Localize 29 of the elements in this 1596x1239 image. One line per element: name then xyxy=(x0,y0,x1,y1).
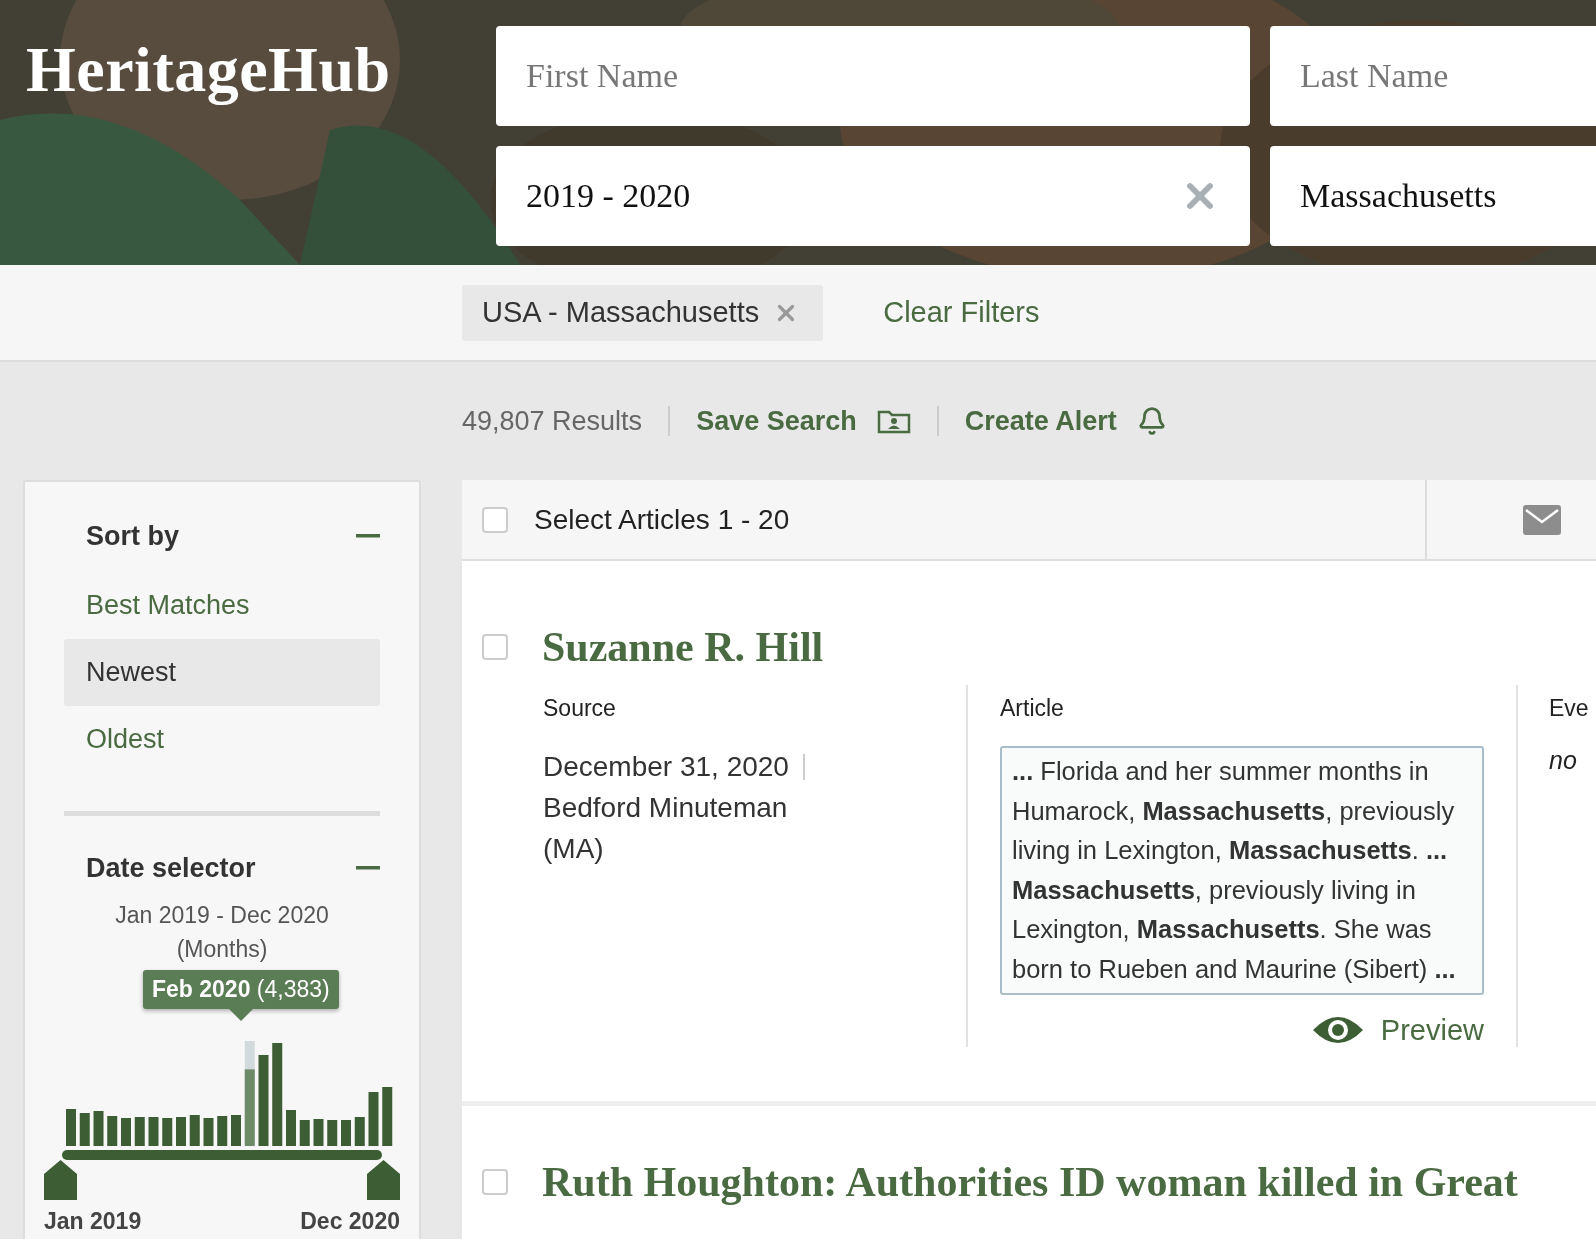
event-text: no xyxy=(1549,746,1577,774)
results-count: 49,807 Results xyxy=(462,405,643,437)
article-date: December 31, 2020 xyxy=(543,750,789,784)
filter-chip[interactable]: USA - Massachusetts xyxy=(462,284,824,341)
column-label: Source xyxy=(543,695,617,722)
date-range: Jan 2019 - Dec 2020 xyxy=(114,901,330,930)
date-tooltip: Feb 2020 (4,383) xyxy=(143,970,339,1021)
range-end-label: Dec 2020 xyxy=(300,1208,400,1235)
sort-option[interactable]: Newest xyxy=(64,639,380,706)
column-label: Article xyxy=(1000,695,1065,722)
save-search-button[interactable]: Save Search xyxy=(696,405,911,437)
clear-filters-link[interactable]: Clear Filters xyxy=(883,296,1040,329)
column-label: Eve xyxy=(1549,695,1589,722)
preview-button[interactable]: Preview xyxy=(1312,1013,1484,1047)
article-title[interactable]: Suzanne R. Hill xyxy=(542,623,824,671)
section-title: Date selector xyxy=(86,852,256,884)
sort-option[interactable]: Oldest xyxy=(64,706,380,773)
sort-option[interactable]: Best Matches xyxy=(64,572,380,639)
range-start-label: Jan 2019 xyxy=(44,1208,142,1235)
search-field[interactable]: First Name xyxy=(496,26,1250,126)
select-label: Select Articles 1 - 20 xyxy=(534,503,791,536)
search-field[interactable]: Massachusetts xyxy=(1270,146,1596,246)
section-title: Sort by xyxy=(86,520,179,552)
create-alert-button[interactable]: Create Alert xyxy=(964,405,1167,437)
search-field[interactable]: Last Name xyxy=(1270,26,1596,126)
date-unit: (Months) xyxy=(175,935,269,964)
newspaper-name[interactable]: Bedford Minuteman (MA) xyxy=(543,787,813,869)
article-title[interactable]: Ruth Houghton: Authorities ID woman killed in Great xyxy=(542,1158,1518,1206)
article-snippet: ... Florida and her summer months in Humarock, Massachusetts, previously living in Lexington, Massachusetts. ... Massachusetts, previously living in Lexington, Massachusetts. She was born to Rueben and Maurine (Sibert) ... xyxy=(1000,746,1484,995)
